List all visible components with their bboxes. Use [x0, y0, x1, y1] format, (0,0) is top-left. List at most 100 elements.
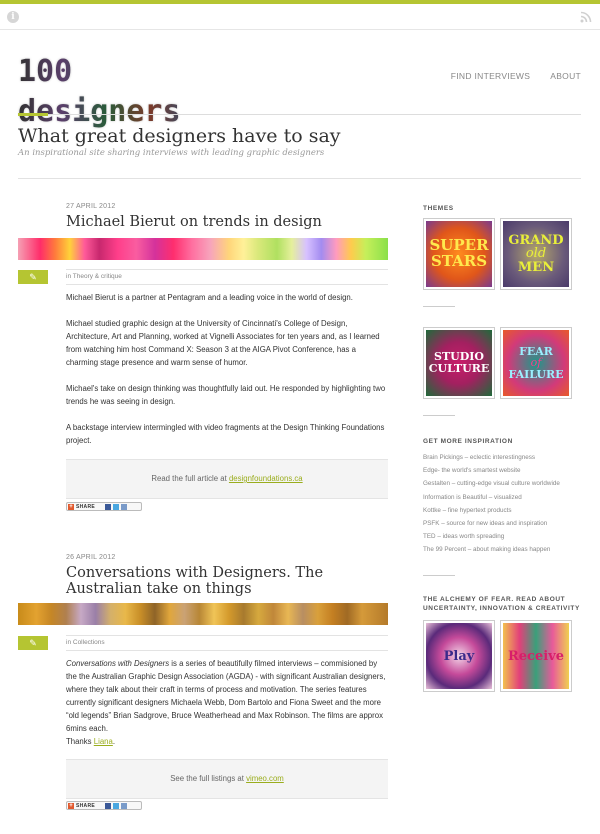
thanks-link[interactable]: Liana — [94, 737, 113, 746]
series-title: Conversations with Designers — [66, 659, 170, 668]
post-title[interactable]: Conversations with Designers. The Austra… — [66, 565, 388, 597]
book-title: Play — [426, 623, 492, 689]
post-paragraph: A backstage interview intermingled with … — [66, 423, 385, 445]
post-paragraph: Michael studied graphic design at the Un… — [66, 319, 380, 367]
header-divider-accent — [18, 113, 48, 116]
email-icon[interactable] — [121, 802, 128, 809]
inspiration-link[interactable]: TED – ideas worth spreading — [423, 533, 504, 540]
theme-grand-old-men[interactable]: GRAND old MEN — [500, 218, 572, 290]
category-prefix: in — [66, 273, 73, 280]
facebook-icon[interactable] — [105, 503, 112, 510]
inspiration-link[interactable]: Brain Pickings – eclectic interestingnes… — [423, 454, 535, 461]
callout-link[interactable]: designfoundations.ca — [229, 474, 303, 483]
theme-studio-culture[interactable]: STUDIO CULTURE — [423, 327, 495, 399]
callout-text: Read the full article at — [151, 474, 229, 483]
main-nav: FIND INTERVIEWS ABOUT — [451, 71, 581, 81]
inspiration-link[interactable]: The 99 Percent – about making ideas happ… — [423, 546, 550, 553]
inspiration-heading: GET MORE INSPIRATION — [423, 438, 513, 445]
theme-line: CULTURE — [428, 362, 490, 375]
inspiration-links: Brain Pickings – eclectic interestingnes… — [423, 451, 560, 557]
share-button[interactable]: + SHARE — [66, 801, 142, 810]
plus-icon: + — [68, 802, 74, 809]
list-item: Edge- the world's smartest website — [423, 464, 560, 477]
meta-divider — [66, 284, 388, 285]
thanks-line: Thanks Liana. — [66, 735, 388, 748]
callout-text: See the full listings at — [170, 774, 247, 783]
theme-tile: FEAR of FAILURE — [503, 330, 569, 396]
share-label: SHARE — [76, 503, 96, 510]
theme-line: FAILURE — [508, 367, 564, 381]
email-icon[interactable] — [121, 503, 128, 510]
theme-tile: GRAND old MEN — [503, 221, 569, 287]
list-item: TED – ideas worth spreading — [423, 530, 560, 543]
themes-heading: THEMES — [423, 205, 454, 212]
intro-text: is a series of beautifully filmed interv… — [66, 659, 386, 733]
logo-text: 100 designers — [18, 52, 238, 132]
page-subtitle: An inspirational site sharing interviews… — [18, 148, 325, 158]
theme-fear-of-failure[interactable]: FEAR of FAILURE — [500, 327, 572, 399]
list-item: PSFK – source for new ideas and inspirat… — [423, 517, 560, 530]
share-button[interactable]: + SHARE — [66, 502, 142, 511]
list-item: The 99 Percent – about making ideas happ… — [423, 543, 560, 556]
inspiration-link[interactable]: PSFK – source for new ideas and inspirat… — [423, 520, 547, 527]
post-paragraph: Michael's take on design thinking was th… — [66, 384, 386, 406]
post-title[interactable]: Michael Bierut on trends in design — [66, 214, 388, 230]
nav-about[interactable]: ABOUT — [550, 71, 581, 81]
category-prefix: in — [66, 639, 73, 646]
inspiration-link[interactable]: Kottke – fine hypertext products — [423, 507, 512, 514]
theme-line: STARS — [430, 252, 488, 270]
rss-icon[interactable] — [580, 11, 592, 23]
inspiration-link[interactable]: Gestalten – cutting-edge visual culture … — [423, 480, 560, 487]
post-meta: ✎ in Collections — [18, 635, 388, 652]
meta-divider — [66, 269, 388, 270]
facebook-icon[interactable] — [105, 802, 112, 809]
pencil-icon: ✎ — [18, 636, 48, 650]
meta-divider — [66, 650, 388, 651]
list-item: Kottke – fine hypertext products — [423, 504, 560, 517]
post-paragraph: Michael Bierut is a partner at Pentagram… — [66, 293, 353, 302]
inspiration-link[interactable]: Edge- the world's smartest website — [423, 467, 520, 474]
thanks-text: Thanks — [66, 737, 94, 746]
plus-icon: + — [68, 503, 74, 510]
read-more-box: Read the full article at designfoundatio… — [66, 459, 388, 499]
post-color-stripe — [18, 238, 388, 260]
theme-super-stars[interactable]: SUPER STARS — [423, 218, 495, 290]
pencil-icon: ✎ — [18, 270, 48, 284]
twitter-icon[interactable] — [113, 802, 120, 809]
header-divider — [18, 114, 581, 115]
meta-divider — [66, 635, 388, 636]
sidebar-divider — [423, 415, 455, 416]
list-item: Information is Beautiful – visualized — [423, 491, 560, 504]
list-item: Gestalten – cutting-edge visual culture … — [423, 477, 560, 490]
book-cover-receive[interactable]: Receive — [500, 620, 572, 692]
theme-line: old — [525, 246, 547, 262]
twitter-icon[interactable] — [113, 503, 120, 510]
post-date: 26 APRIL 2012 — [66, 554, 116, 561]
category-link[interactable]: Theory & critique — [73, 273, 122, 280]
theme-tile: STUDIO CULTURE — [426, 330, 492, 396]
post-meta: ✎ in Theory & critique — [18, 269, 388, 286]
post-category: in Theory & critique — [66, 273, 122, 280]
post-color-stripe — [18, 603, 388, 625]
page-title: What great designers have to say — [18, 125, 341, 147]
nav-find-interviews[interactable]: FIND INTERVIEWS — [451, 71, 530, 81]
sidebar-divider — [423, 575, 455, 576]
read-more-box: See the full listings at vimeo.com — [66, 759, 388, 799]
thanks-period: . — [112, 737, 115, 746]
theme-line: GRAND — [508, 232, 564, 248]
list-item: Brain Pickings – eclectic interestingnes… — [423, 451, 560, 464]
book-heading: THE ALCHEMY OF FEAR. READ ABOUT UNCERTAI… — [423, 596, 580, 612]
sidebar-divider — [423, 306, 455, 307]
book-cover-play[interactable]: Play — [423, 620, 495, 692]
site-logo[interactable]: 100 designers — [18, 52, 238, 129]
inspiration-link[interactable]: Information is Beautiful – visualized — [423, 494, 522, 501]
info-icon[interactable]: i — [7, 11, 19, 23]
category-link[interactable]: Collections — [73, 639, 105, 646]
post-body: Michael Bierut is a partner at Pentagram… — [66, 291, 388, 460]
callout-link[interactable]: vimeo.com — [246, 774, 284, 783]
post-body: Conversations with Designers is a series… — [66, 657, 388, 761]
book-title: Receive — [503, 623, 569, 689]
share-label: SHARE — [76, 802, 96, 809]
theme-tile: SUPER STARS — [426, 221, 492, 287]
content-divider — [18, 178, 581, 179]
